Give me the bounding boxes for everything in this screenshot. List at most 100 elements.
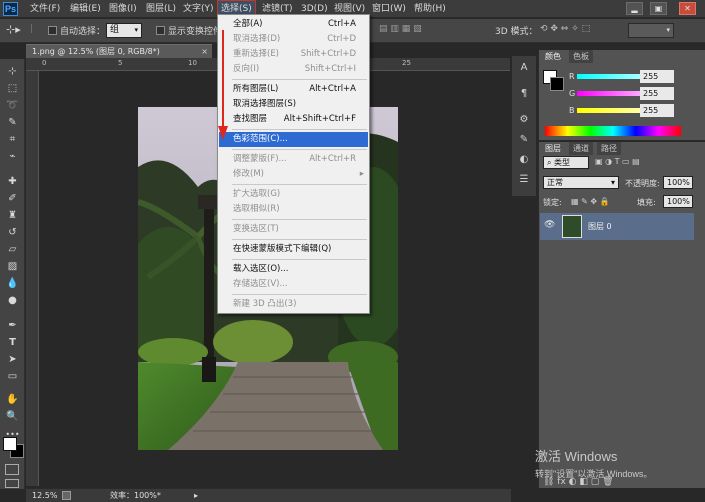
filter-icons[interactable]: ▣ ◑ T ▭ ▤ — [595, 157, 640, 166]
type-tool-icon[interactable]: T — [3, 335, 22, 350]
menu-edit[interactable]: 编辑(E) — [67, 0, 104, 18]
menu-separator — [232, 239, 367, 240]
menu-image[interactable]: 图像(I) — [106, 0, 140, 18]
lock-icons[interactable]: ▦ ✎ ✥ 🔒 — [571, 197, 610, 206]
stamp-tool-icon[interactable]: ♜ — [3, 208, 22, 223]
show-transform-checkbox[interactable] — [156, 26, 165, 35]
status-bar: 12.5% 效率：100%* ▸ — [26, 488, 511, 502]
menu-item-deselect-layers[interactable]: 取消选择图层(S) — [219, 97, 368, 112]
quick-mask-icon[interactable] — [5, 464, 19, 475]
blur-tool-icon[interactable]: 💧 — [3, 276, 22, 291]
menu-item-deselect[interactable]: 取消选择(D) Ctrl+D — [219, 32, 368, 47]
minimize-button[interactable]: ▂ — [626, 2, 643, 15]
menu-help[interactable]: 帮助(H) — [411, 0, 449, 18]
zoom-tool-icon[interactable]: 🔍 — [3, 409, 22, 424]
tab-swatches[interactable]: 色板 — [569, 50, 593, 63]
path-select-tool-icon[interactable]: ➤ — [3, 352, 22, 367]
channel-r-label: R — [569, 72, 575, 81]
close-button[interactable]: ✕ — [679, 2, 696, 15]
menu-item-all-layers[interactable]: 所有图层(L) Alt+Ctrl+A — [219, 82, 368, 97]
eraser-tool-icon[interactable]: ▱ — [3, 242, 22, 257]
channel-g-value[interactable]: 255 — [640, 87, 674, 100]
tab-layers[interactable]: 图层 — [541, 142, 565, 155]
menu-item-refine-mask[interactable]: 调整蒙版(F)... Alt+Ctrl+R — [219, 152, 368, 167]
color-bg-swatch[interactable] — [550, 77, 564, 91]
character-panel-icon[interactable]: A — [515, 60, 533, 76]
ruler-tick: 25 — [402, 59, 411, 67]
fill-input[interactable]: 100% — [663, 195, 693, 208]
menu-item-reselect[interactable]: 重新选择(E) Shift+Ctrl+D — [219, 47, 368, 62]
color-spectrum-bar[interactable] — [545, 126, 681, 136]
crop-tool-icon[interactable]: ⌗ — [3, 132, 22, 147]
layer-name[interactable]: 图层 0 — [588, 221, 612, 232]
close-tab-icon[interactable]: × — [201, 45, 208, 58]
tool-presets-icon[interactable]: ⚙ — [515, 112, 533, 128]
search-icon: ⌕ — [547, 158, 555, 167]
layers-panel: 图层 通道 路径 ⌕ 类型 ▣ ◑ T ▭ ▤ 正常 ▾ 不透明度: 100% … — [538, 142, 705, 488]
lasso-tool-icon[interactable]: ➰ — [3, 98, 22, 113]
move-tool-icon[interactable]: ⊹ — [3, 64, 22, 79]
restore-button[interactable]: ▣ — [650, 2, 667, 15]
visibility-eye-icon[interactable]: 👁 — [544, 220, 555, 230]
align-icons[interactable]: ▤ ▥ ▦ ▧ — [379, 24, 422, 34]
menu-item-all[interactable]: 全部(A) Ctrl+A — [219, 17, 368, 32]
shape-tool-icon[interactable]: ▭ — [3, 369, 22, 384]
channel-r-value[interactable]: 255 — [640, 70, 674, 83]
opacity-input[interactable]: 100% — [663, 176, 693, 189]
status-icon[interactable] — [62, 491, 71, 500]
tab-paths[interactable]: 路径 — [597, 142, 621, 155]
screen-mode-icon[interactable] — [5, 479, 19, 488]
channel-b-value[interactable]: 255 — [640, 104, 674, 117]
layer-row[interactable]: 👁 图层 0 — [540, 213, 694, 240]
dodge-tool-icon[interactable]: ● — [3, 293, 22, 308]
channel-g-label: G — [569, 89, 576, 98]
3d-tools-icons[interactable]: ⟲ ✥ ⇔ ✧ ⬚ — [540, 24, 590, 34]
healing-tool-icon[interactable]: ✚ — [3, 174, 22, 189]
menu-item-color-range[interactable]: 色彩范围(C)... — [219, 132, 368, 147]
menu-layer[interactable]: 图层(L) — [143, 0, 179, 18]
foreground-color-swatch[interactable] — [3, 437, 17, 451]
ruler-tick: 5 — [118, 59, 123, 67]
auto-select-dropdown[interactable]: 组 ▾ — [106, 23, 142, 38]
menu-separator — [232, 79, 367, 80]
auto-select-label: 自动选择： — [60, 27, 106, 37]
zoom-level[interactable]: 12.5% — [32, 489, 57, 502]
workspace-dropdown[interactable]: ▾ — [628, 23, 674, 38]
brush-presets-icon[interactable]: ✎ — [515, 132, 533, 148]
menu-window[interactable]: 窗口(W) — [369, 0, 409, 18]
mode-3d-label: 3D 模式： — [495, 27, 538, 37]
tab-channels[interactable]: 通道 — [569, 142, 593, 155]
gradient-tool-icon[interactable]: ▨ — [3, 259, 22, 274]
menu-item-find-layers[interactable]: 查找图层 Alt+Shift+Ctrl+F — [219, 112, 368, 127]
document-tab[interactable]: 1.png @ 12.5% (图层 0, RGB/8*) × — [26, 44, 212, 58]
auto-select-checkbox[interactable] — [48, 26, 57, 35]
menu-item-grow[interactable]: 扩大选取(G) — [219, 187, 368, 202]
menu-item-quick-mask[interactable]: 在快速蒙版模式下编辑(Q) — [219, 242, 368, 257]
efficiency-status[interactable]: 效率：100%* — [110, 489, 161, 502]
blend-mode-dropdown[interactable]: 正常 ▾ — [543, 176, 619, 189]
menu-type[interactable]: 文字(Y) — [180, 0, 217, 18]
hand-tool-icon[interactable]: ✋ — [3, 392, 22, 407]
menu-item-transform-selection[interactable]: 变换选区(T) — [219, 222, 368, 237]
menu-item-save-selection[interactable]: 存储选区(V)... — [219, 277, 368, 292]
history-brush-tool-icon[interactable]: ↺ — [3, 225, 22, 240]
marquee-tool-icon[interactable]: ⬚ — [3, 81, 22, 96]
paragraph-panel-icon[interactable]: ¶ — [515, 86, 533, 102]
tab-color[interactable]: 颜色 — [541, 50, 565, 63]
quick-select-tool-icon[interactable]: ✎ — [3, 115, 22, 130]
menu-separator — [232, 184, 367, 185]
menu-item-load-selection[interactable]: 载入选区(O)... — [219, 262, 368, 277]
layer-filter-dropdown[interactable]: ⌕ 类型 — [543, 156, 589, 169]
menu-item-similar[interactable]: 选取相似(R) — [219, 202, 368, 217]
menu-file[interactable]: 文件(F) — [27, 0, 63, 18]
menu-item-new-3d-extrusion[interactable]: 新建 3D 凸出(3) — [219, 297, 368, 312]
menu-item-inverse[interactable]: 反向(I) Shift+Ctrl+I — [219, 62, 368, 77]
pen-tool-icon[interactable]: ✒ — [3, 318, 22, 333]
status-arrow-icon[interactable]: ▸ — [194, 489, 198, 502]
move-tool-icon[interactable]: ⊹▸ — [6, 23, 21, 36]
eyedropper-tool-icon[interactable]: ⌁ — [3, 149, 22, 164]
properties-icon[interactable]: ☰ — [515, 172, 533, 188]
adjustments-icon[interactable]: ◐ — [515, 152, 533, 168]
menu-item-modify[interactable]: 修改(M) ▸ — [219, 167, 368, 182]
brush-tool-icon[interactable]: ✐ — [3, 191, 22, 206]
